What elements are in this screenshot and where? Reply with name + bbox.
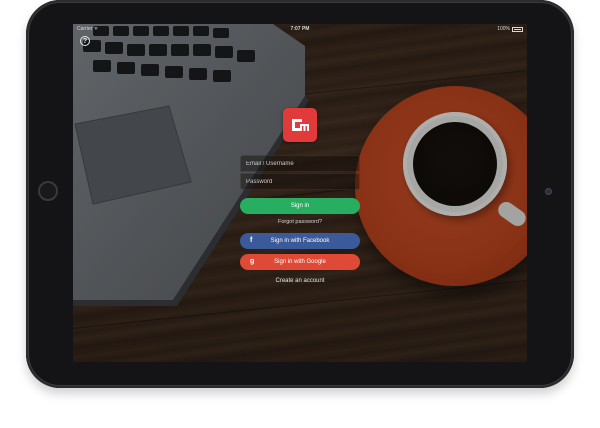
google-icon: g (250, 258, 255, 265)
battery-indicator: 100% (497, 24, 523, 34)
google-sign-in-button[interactable]: g Sign in with Google (240, 254, 360, 270)
home-button[interactable] (38, 181, 58, 201)
email-input[interactable] (246, 156, 359, 171)
google-sign-in-label: Sign in with Google (274, 259, 326, 265)
app-screen: Carrier ᯤ 7:07 PM 100% ? Sign in Forgot … (73, 24, 527, 362)
forgot-password-link[interactable]: Forgot password? (240, 219, 360, 225)
facebook-icon: f (250, 237, 253, 244)
create-account-link[interactable]: Create an account (240, 278, 360, 284)
password-field[interactable] (240, 173, 360, 190)
app-logo-icon (283, 108, 317, 142)
status-time: 7:07 PM (290, 26, 310, 32)
facebook-sign-in-label: Sign in with Facebook (270, 238, 330, 244)
sign-in-button[interactable]: Sign in (240, 198, 360, 214)
status-bar: Carrier ᯤ 7:07 PM 100% (73, 24, 527, 34)
battery-percent: 100% (497, 26, 510, 32)
sign-in-label: Sign in (290, 203, 310, 209)
front-camera (545, 188, 552, 195)
password-input[interactable] (246, 174, 359, 189)
battery-icon (512, 26, 523, 32)
question-circle-icon[interactable]: ? (80, 36, 90, 46)
facebook-sign-in-button[interactable]: f Sign in with Facebook (240, 233, 360, 249)
logo-glyph-icon (292, 119, 309, 131)
email-field[interactable] (240, 155, 360, 172)
dark-overlay (73, 24, 527, 362)
